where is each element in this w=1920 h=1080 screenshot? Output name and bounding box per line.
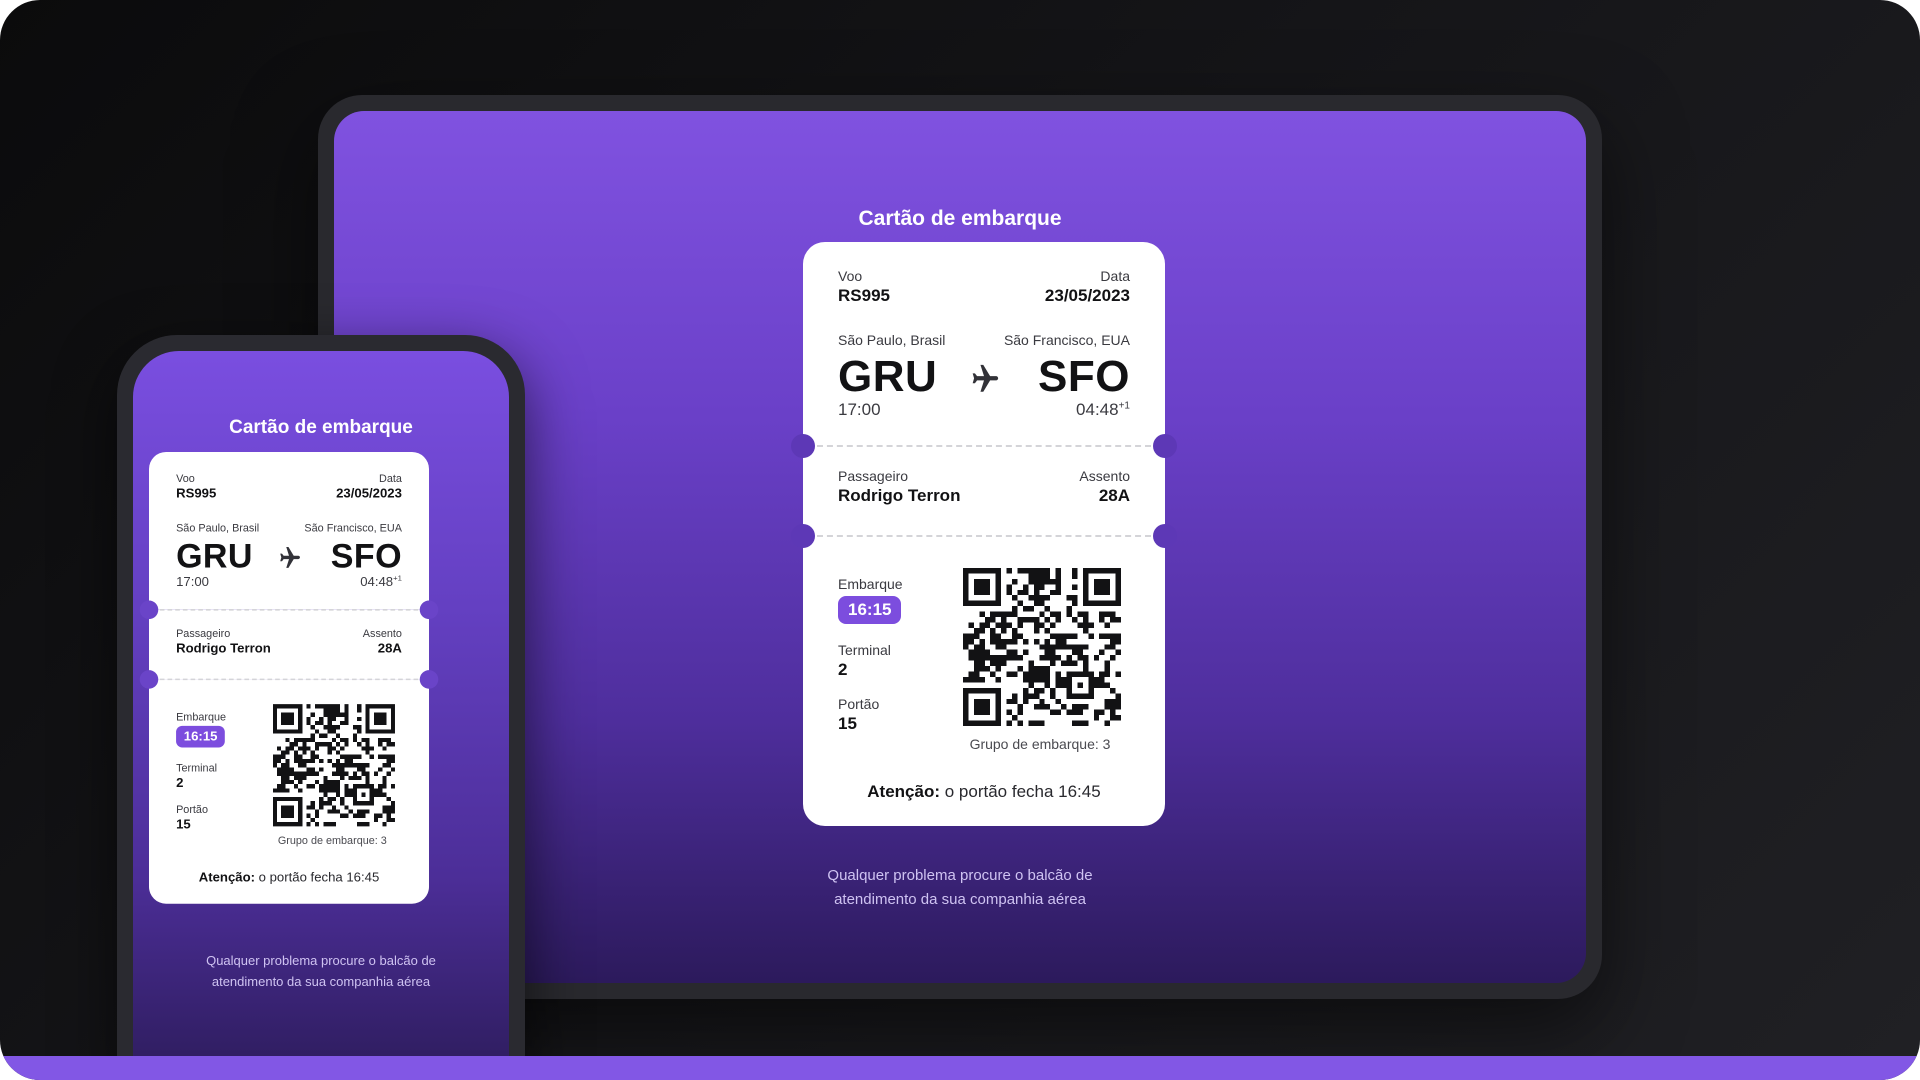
- boarding-group: Grupo de embarque: 3: [969, 736, 1111, 752]
- date-label: Data: [1100, 268, 1130, 284]
- perforation-line: [817, 445, 1151, 447]
- passenger-label: Passageiro: [176, 626, 231, 640]
- arrival-time-value: 04:48: [1076, 400, 1119, 419]
- screen-title: Cartão de embarque: [229, 417, 413, 438]
- ticket-notch: [139, 670, 159, 689]
- ticket-notch: [791, 434, 815, 458]
- boarding-time-badge: 16:15: [838, 596, 902, 624]
- attention-text: o portão fecha 16:45: [940, 782, 1101, 801]
- seat-value: 28A: [377, 640, 402, 656]
- screen-title: Cartão de embarque: [858, 207, 1062, 230]
- flight-section: Voo RS995 Data 23/05/2023 São Paulo, Bra…: [149, 452, 430, 610]
- perforation-line: [159, 609, 419, 611]
- destination-city: São Francisco, EUA: [1003, 332, 1130, 348]
- destination-city: São Francisco, EUA: [304, 521, 402, 534]
- terminal-label: Terminal: [176, 761, 217, 774]
- passenger-section: Passageiro Rodrigo Terron Assento 28A: [149, 609, 430, 680]
- attention-prefix: Atenção:: [867, 782, 941, 801]
- attention-prefix: Atenção:: [198, 869, 255, 885]
- date-value: 23/05/2023: [336, 486, 402, 501]
- footnote-line-2: atendimento da sua companhia aérea: [211, 973, 431, 989]
- flight-label: Voo: [838, 268, 863, 284]
- boarding-time-badge: 16:15: [176, 725, 226, 748]
- day-offset: +1: [393, 574, 402, 583]
- seat-label: Assento: [1079, 468, 1130, 484]
- boarding-label: Embarque: [176, 710, 227, 723]
- origin-city: São Paulo, Brasil: [176, 521, 260, 534]
- bottom-accent-bar: [0, 1056, 1920, 1080]
- ticket-notch: [1153, 434, 1177, 458]
- gate-value: 15: [176, 817, 191, 832]
- seat-label: Assento: [362, 626, 402, 640]
- flight-number: RS995: [838, 286, 890, 305]
- passenger-name: Rodrigo Terron: [838, 486, 961, 505]
- day-offset: +1: [1118, 400, 1130, 412]
- seat-value: 28A: [1098, 486, 1130, 505]
- terminal-label: Terminal: [838, 642, 891, 658]
- phone-frame: Cartão de embarque Qualquer problema pro…: [117, 335, 525, 1080]
- qr-code-icon: [963, 568, 1121, 726]
- destination-code: SFO: [1038, 352, 1130, 401]
- qr-code-icon: [272, 704, 395, 827]
- ticket-notch: [791, 524, 815, 548]
- airplane-icon: [280, 547, 300, 568]
- boarding-group: Grupo de embarque: 3: [277, 834, 387, 847]
- flight-label: Voo: [176, 472, 195, 485]
- terminal-value: 2: [176, 775, 184, 791]
- arrival-time-value: 04:48: [360, 574, 394, 589]
- gate-closing-notice: Atenção: o portão fecha 16:45: [803, 782, 1165, 802]
- ticket-notch: [419, 670, 439, 689]
- passenger-section: Passageiro Rodrigo Terron Assento 28A: [803, 446, 1165, 536]
- ticket-notch: [419, 600, 439, 620]
- flight-section: Voo RS995 Data 23/05/2023 São Paulo, Bra…: [803, 242, 1165, 446]
- date-value: 23/05/2023: [1044, 286, 1130, 305]
- departure-time: 17:00: [176, 574, 209, 589]
- origin-city: São Paulo, Brasil: [838, 332, 946, 348]
- destination-code: SFO: [330, 537, 402, 575]
- help-footnote: Qualquer problema procure o balcão de at…: [133, 951, 509, 993]
- date-label: Data: [379, 472, 402, 485]
- attention-text: o portão fecha 16:45: [254, 869, 380, 885]
- gate-label: Portão: [176, 803, 208, 816]
- perforation-line: [817, 535, 1151, 537]
- ticket-notch: [139, 600, 159, 620]
- passenger-label: Passageiro: [838, 468, 909, 484]
- perforation-line: [159, 678, 419, 681]
- showcase-stage: Cartão de embarque Qualquer problema pro…: [0, 0, 1920, 1080]
- origin-code: GRU: [838, 352, 938, 401]
- gate-label: Portão: [838, 696, 880, 712]
- origin-code: GRU: [176, 537, 253, 575]
- departure-time: 17:00: [838, 400, 881, 419]
- boarding-label: Embarque: [838, 576, 903, 592]
- gate-value: 15: [838, 714, 857, 733]
- airplane-icon: [972, 364, 999, 392]
- arrival-time: 04:48+1: [1076, 400, 1130, 420]
- flight-number: RS995: [176, 486, 217, 501]
- arrival-time: 04:48+1: [360, 574, 402, 589]
- passenger-name: Rodrigo Terron: [176, 640, 271, 656]
- footnote-line-1: Qualquer problema procure o balcão de: [206, 953, 436, 968]
- terminal-value: 2: [838, 660, 848, 679]
- gate-closing-notice: Atenção: o portão fecha 16:45: [149, 870, 429, 885]
- ticket-notch: [1153, 524, 1177, 548]
